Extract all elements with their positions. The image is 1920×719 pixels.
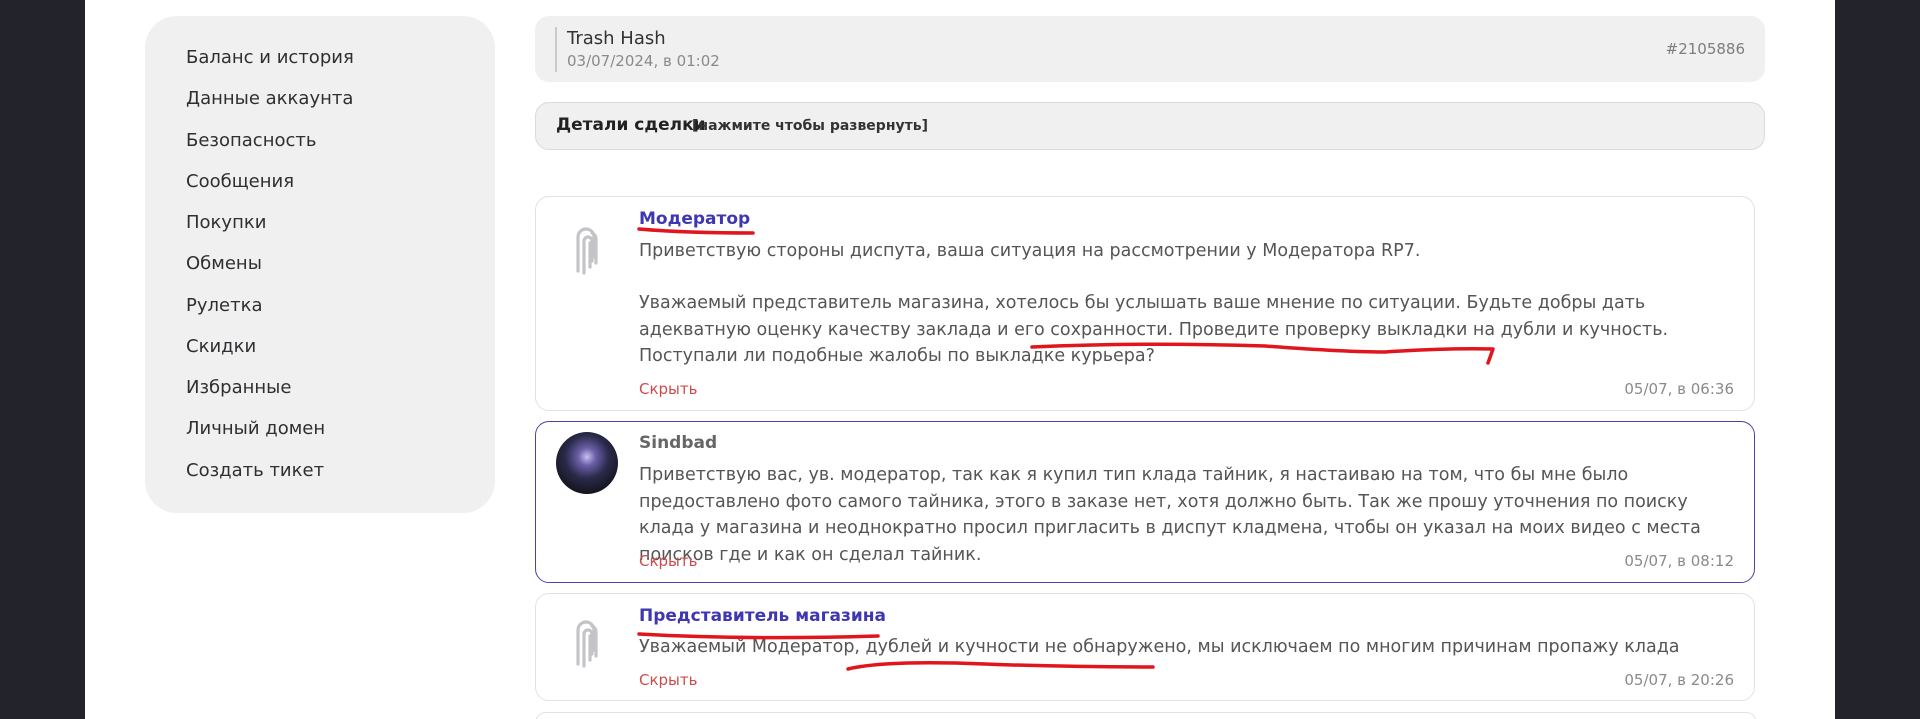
sidebar-item-purchases[interactable]: Покупки [186, 212, 266, 233]
message-text: Приветствую стороны диспута, ваша ситуац… [639, 241, 1421, 261]
message-author[interactable]: Модератор [639, 209, 750, 229]
sidebar-item-exchanges[interactable]: Обмены [186, 253, 262, 274]
hide-link[interactable]: Скрыть [639, 552, 697, 570]
deal-header: Trash Hash 03/07/2024, в 01:02 #2105886 [535, 16, 1765, 82]
message-time: 05/07, в 06:36 [1624, 380, 1734, 398]
user-avatar [556, 432, 618, 494]
sidebar-item-security[interactable]: Безопасность [186, 130, 316, 151]
message-moderator: Модератор Приветствую стороны диспута, в… [535, 196, 1755, 411]
page: Баланс и история Данные аккаунта Безопас… [85, 0, 1835, 719]
message-shop-rep: Представитель магазина Уважаемый Модерат… [535, 593, 1755, 701]
deal-details-toggle[interactable]: Детали сделки [нажмите чтобы развернуть] [535, 102, 1765, 150]
deal-id: #2105886 [1665, 40, 1745, 58]
hide-link[interactable]: Скрыть [639, 380, 697, 398]
deal-details-hint: [нажмите чтобы развернуть] [692, 118, 928, 134]
sidebar-item-domain[interactable]: Личный домен [186, 418, 325, 439]
sidebar-item-favorites[interactable]: Избранные [186, 377, 291, 398]
sidebar-item-messages[interactable]: Сообщения [186, 171, 294, 192]
message-text: Уважаемый представитель магазина, хотело… [639, 293, 1669, 366]
deal-date: 03/07/2024, в 01:02 [567, 52, 720, 70]
message-text: Уважаемый Модератор, дублей и кучности н… [639, 637, 1680, 657]
logo-icon [576, 227, 598, 275]
message-text: Приветствую вас, ув. модератор, так как … [639, 465, 1701, 565]
sidebar-item-account[interactable]: Данные аккаунта [186, 88, 353, 109]
sidebar-item-roulette[interactable]: Рулетка [186, 295, 262, 316]
message-author[interactable]: Sindbad [639, 433, 717, 453]
deal-header-divider [555, 27, 557, 72]
logo-icon [576, 620, 598, 668]
deal-details-title: Детали сделки [556, 115, 706, 135]
hide-link[interactable]: Скрыть [639, 671, 697, 689]
message-author[interactable]: Представитель магазина [639, 606, 886, 626]
message-next [535, 712, 1757, 719]
deal-title: Trash Hash [567, 28, 666, 49]
sidebar-item-balance[interactable]: Баланс и история [186, 47, 354, 68]
sidebar-item-create-ticket[interactable]: Создать тикет [186, 460, 324, 481]
sidebar-item-discounts[interactable]: Скидки [186, 336, 256, 357]
message-sindbad: Sindbad Приветствую вас, ув. модератор, … [535, 421, 1755, 583]
message-time: 05/07, в 08:12 [1624, 552, 1734, 570]
sidebar: Баланс и история Данные аккаунта Безопас… [145, 16, 495, 513]
message-time: 05/07, в 20:26 [1624, 671, 1734, 689]
